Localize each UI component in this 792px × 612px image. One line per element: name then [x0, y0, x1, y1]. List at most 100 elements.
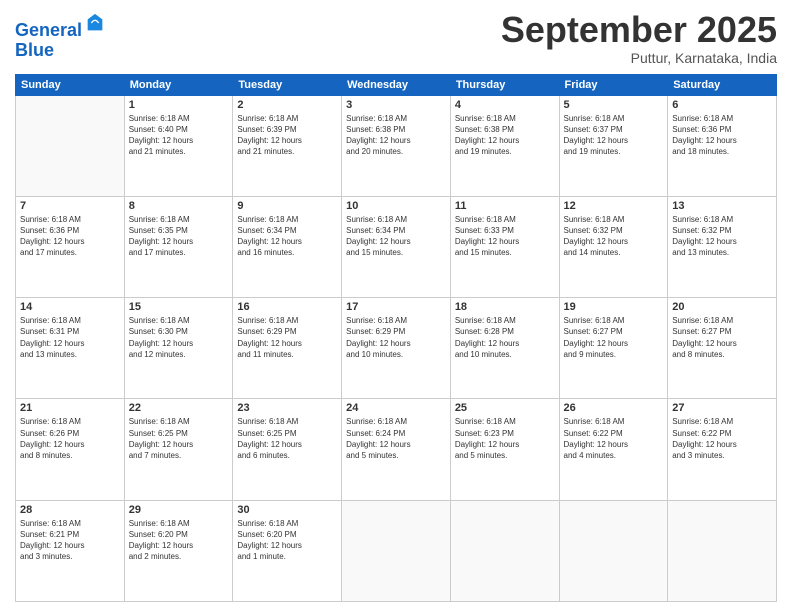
day-cell: 14 Sunrise: 6:18 AM Sunset: 6:31 PM Dayli… [16, 298, 125, 399]
day-cell: 27 Sunrise: 6:18 AM Sunset: 6:22 PM Dayli… [668, 399, 777, 500]
week-row-4: 21 Sunrise: 6:18 AM Sunset: 6:26 PM Dayli… [16, 399, 777, 500]
logo-text-blue: Blue [15, 41, 106, 61]
day-number: 23 [237, 402, 337, 414]
day-number: 21 [20, 402, 120, 414]
day-cell: 1 Sunrise: 6:18 AM Sunset: 6:40 PM Daylig… [124, 95, 233, 196]
day-number: 29 [129, 504, 229, 516]
day-info: Sunrise: 6:18 AM Sunset: 6:32 PM Dayligh… [564, 214, 664, 259]
day-number: 15 [129, 301, 229, 313]
day-cell: 15Sunrise: 6:18 AM Sunset: 6:30 PM Dayli… [124, 298, 233, 399]
day-number: 9 [237, 200, 337, 212]
week-row-1: 1 Sunrise: 6:18 AM Sunset: 6:40 PM Daylig… [16, 95, 777, 196]
day-info: Sunrise: 6:18 AM Sunset: 6:39 PM Dayligh… [237, 113, 337, 158]
day-info: Sunrise: 6:18 AM Sunset: 6:25 PM Dayligh… [237, 416, 337, 461]
day-number: 8 [129, 200, 229, 212]
day-number: 13 [672, 200, 772, 212]
day-cell: 26 Sunrise: 6:18 AM Sunset: 6:22 PM Dayli… [559, 399, 668, 500]
day-cell [450, 500, 559, 601]
day-cell: 5 Sunrise: 6:18 AM Sunset: 6:37 PM Daylig… [559, 95, 668, 196]
day-cell: 7 Sunrise: 6:18 AM Sunset: 6:36 PM Daylig… [16, 196, 125, 297]
day-cell [16, 95, 125, 196]
day-info: Sunrise: 6:18 AM Sunset: 6:28 PM Dayligh… [455, 315, 555, 360]
day-info: Sunrise: 6:18 AM Sunset: 6:27 PM Dayligh… [672, 315, 772, 360]
day-cell: 21 Sunrise: 6:18 AM Sunset: 6:26 PM Dayli… [16, 399, 125, 500]
day-cell: 6 Sunrise: 6:18 AM Sunset: 6:36 PM Daylig… [668, 95, 777, 196]
day-number: 1 [129, 99, 229, 111]
day-number: 6 [672, 99, 772, 111]
weekday-header-monday: Monday [124, 74, 233, 95]
day-number: 28 [20, 504, 120, 516]
header: General Blue September 2025 Puttur, Karn… [15, 10, 777, 66]
day-info: Sunrise: 6:18 AM Sunset: 6:38 PM Dayligh… [455, 113, 555, 158]
day-number: 7 [20, 200, 120, 212]
day-number: 20 [672, 301, 772, 313]
day-cell: 11Sunrise: 6:18 AM Sunset: 6:33 PM Dayli… [450, 196, 559, 297]
day-info: Sunrise: 6:18 AM Sunset: 6:21 PM Dayligh… [20, 518, 120, 563]
day-info: Sunrise: 6:18 AM Sunset: 6:38 PM Dayligh… [346, 113, 446, 158]
day-info: Sunrise: 6:18 AM Sunset: 6:26 PM Dayligh… [20, 416, 120, 461]
day-number: 27 [672, 402, 772, 414]
day-info: Sunrise: 6:18 AM Sunset: 6:23 PM Dayligh… [455, 416, 555, 461]
day-info: Sunrise: 6:18 AM Sunset: 6:31 PM Dayligh… [20, 315, 120, 360]
day-number: 3 [346, 99, 446, 111]
day-info: Sunrise: 6:18 AM Sunset: 6:22 PM Dayligh… [672, 416, 772, 461]
day-cell: 9 Sunrise: 6:18 AM Sunset: 6:34 PM Daylig… [233, 196, 342, 297]
day-cell: 19 Sunrise: 6:18 AM Sunset: 6:27 PM Dayli… [559, 298, 668, 399]
day-cell: 4 Sunrise: 6:18 AM Sunset: 6:38 PM Daylig… [450, 95, 559, 196]
day-cell: 22Sunrise: 6:18 AM Sunset: 6:25 PM Dayli… [124, 399, 233, 500]
day-number: 17 [346, 301, 446, 313]
day-info: Sunrise: 6:18 AM Sunset: 6:32 PM Dayligh… [672, 214, 772, 259]
weekday-header-thursday: Thursday [450, 74, 559, 95]
day-info: Sunrise: 6:18 AM Sunset: 6:29 PM Dayligh… [237, 315, 337, 360]
day-cell: 3 Sunrise: 6:18 AM Sunset: 6:38 PM Daylig… [342, 95, 451, 196]
day-cell: 2Sunrise: 6:18 AM Sunset: 6:39 PM Daylig… [233, 95, 342, 196]
day-cell: 25 Sunrise: 6:18 AM Sunset: 6:23 PM Dayli… [450, 399, 559, 500]
day-number: 12 [564, 200, 664, 212]
day-cell: 24Sunrise: 6:18 AM Sunset: 6:24 PM Dayli… [342, 399, 451, 500]
day-info: Sunrise: 6:18 AM Sunset: 6:36 PM Dayligh… [20, 214, 120, 259]
day-info: Sunrise: 6:18 AM Sunset: 6:27 PM Dayligh… [564, 315, 664, 360]
day-number: 4 [455, 99, 555, 111]
month-title: September 2025 [501, 10, 777, 50]
day-number: 26 [564, 402, 664, 414]
day-info: Sunrise: 6:18 AM Sunset: 6:37 PM Dayligh… [564, 113, 664, 158]
day-info: Sunrise: 6:18 AM Sunset: 6:22 PM Dayligh… [564, 416, 664, 461]
week-row-3: 14 Sunrise: 6:18 AM Sunset: 6:31 PM Dayli… [16, 298, 777, 399]
day-info: Sunrise: 6:18 AM Sunset: 6:25 PM Dayligh… [129, 416, 229, 461]
week-row-5: 28 Sunrise: 6:18 AM Sunset: 6:21 PM Dayli… [16, 500, 777, 601]
day-cell: 30 Sunrise: 6:18 AM Sunset: 6:20 PM Dayli… [233, 500, 342, 601]
day-number: 5 [564, 99, 664, 111]
day-number: 25 [455, 402, 555, 414]
day-number: 10 [346, 200, 446, 212]
day-cell: 13 Sunrise: 6:18 AM Sunset: 6:32 PM Dayli… [668, 196, 777, 297]
day-info: Sunrise: 6:18 AM Sunset: 6:29 PM Dayligh… [346, 315, 446, 360]
day-cell: 16 Sunrise: 6:18 AM Sunset: 6:29 PM Dayli… [233, 298, 342, 399]
day-cell: 10Sunrise: 6:18 AM Sunset: 6:34 PM Dayli… [342, 196, 451, 297]
day-info: Sunrise: 6:18 AM Sunset: 6:34 PM Dayligh… [237, 214, 337, 259]
subtitle: Puttur, Karnataka, India [501, 50, 777, 66]
day-number: 30 [237, 504, 337, 516]
weekday-header-friday: Friday [559, 74, 668, 95]
day-cell: 29 Sunrise: 6:18 AM Sunset: 6:20 PM Dayli… [124, 500, 233, 601]
day-cell [559, 500, 668, 601]
day-info: Sunrise: 6:18 AM Sunset: 6:40 PM Dayligh… [129, 113, 229, 158]
day-info: Sunrise: 6:18 AM Sunset: 6:24 PM Dayligh… [346, 416, 446, 461]
day-number: 16 [237, 301, 337, 313]
day-number: 14 [20, 301, 120, 313]
logo-text: General [15, 14, 106, 41]
weekday-header-sunday: Sunday [16, 74, 125, 95]
title-block: September 2025 Puttur, Karnataka, India [501, 10, 777, 66]
day-cell: 8Sunrise: 6:18 AM Sunset: 6:35 PM Daylig… [124, 196, 233, 297]
day-cell [342, 500, 451, 601]
day-info: Sunrise: 6:18 AM Sunset: 6:36 PM Dayligh… [672, 113, 772, 158]
day-info: Sunrise: 6:18 AM Sunset: 6:20 PM Dayligh… [129, 518, 229, 563]
day-cell: 18Sunrise: 6:18 AM Sunset: 6:28 PM Dayli… [450, 298, 559, 399]
weekday-header-row: SundayMondayTuesdayWednesdayThursdayFrid… [16, 74, 777, 95]
logo: General Blue [15, 14, 106, 61]
day-number: 19 [564, 301, 664, 313]
page: General Blue September 2025 Puttur, Karn… [0, 0, 792, 612]
day-info: Sunrise: 6:18 AM Sunset: 6:20 PM Dayligh… [237, 518, 337, 563]
weekday-header-saturday: Saturday [668, 74, 777, 95]
week-row-2: 7 Sunrise: 6:18 AM Sunset: 6:36 PM Daylig… [16, 196, 777, 297]
weekday-header-wednesday: Wednesday [342, 74, 451, 95]
